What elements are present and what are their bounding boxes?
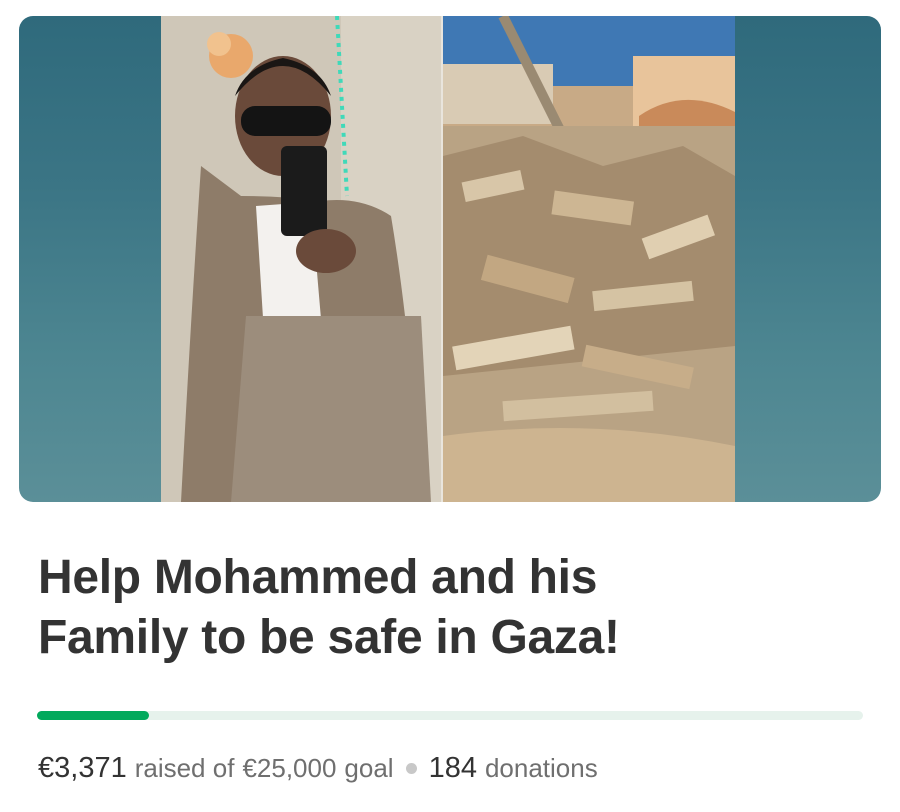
donations-count: 184 (428, 752, 477, 784)
selfie-photo (161, 16, 441, 502)
campaign-title-line-1: Help Mohammed and his (38, 551, 598, 604)
rubble-photo (443, 16, 735, 502)
progress-bar-fill (37, 711, 149, 720)
donations-label: donations (484, 753, 598, 783)
separator-dot-icon (405, 763, 417, 774)
fundraising-progress-bar (37, 711, 863, 720)
raised-of-label: raised of (134, 753, 235, 783)
amount-raised: €3,371 (38, 752, 127, 784)
fundraising-stats: €3,371 raised of €25,000 goal 184 donati… (38, 752, 598, 792)
campaign-title-line-2: Family to be safe in Gaza! (38, 611, 620, 664)
goal-amount: €25,000 (242, 753, 337, 783)
campaign-title: Help Mohammed and his Family to be safe … (38, 548, 878, 668)
goal-label: goal (344, 753, 394, 783)
campaign-hero-image[interactable] (19, 16, 881, 502)
